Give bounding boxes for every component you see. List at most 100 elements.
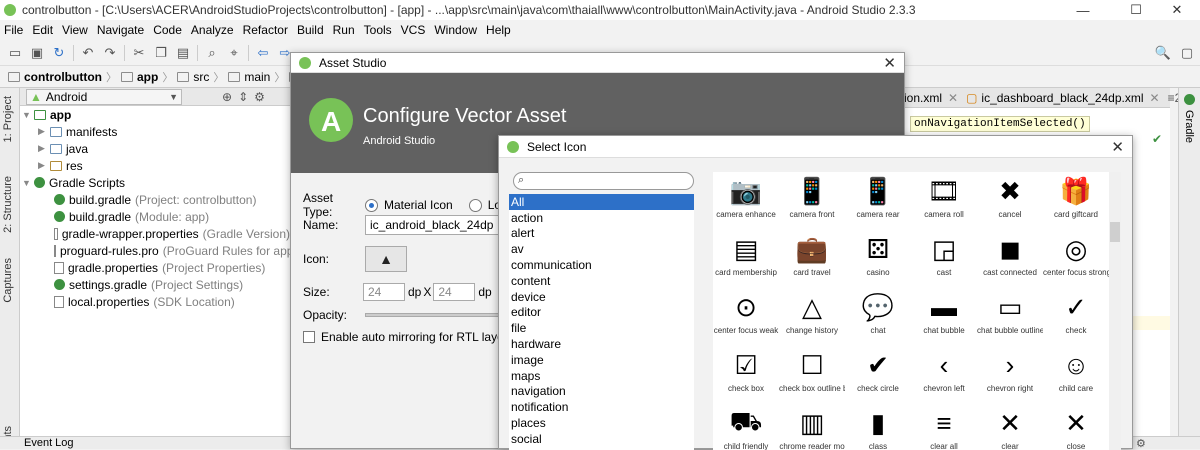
breadcrumb-item-src[interactable]: src [173, 70, 213, 84]
category-item-all[interactable]: All [509, 194, 694, 210]
icon-cell-card-giftcard[interactable]: 🎁 card giftcard [1043, 172, 1109, 230]
tab-xml-file[interactable]: ion.xml [900, 91, 942, 105]
category-item-navigation[interactable]: navigation [509, 384, 694, 400]
icon-cell-cancel[interactable]: ✖ cancel [977, 172, 1043, 230]
icon-cell-camera-front[interactable]: 📱 camera front [779, 172, 845, 230]
icon-cell-cast-connected[interactable]: ◼ cast connected [977, 230, 1043, 288]
size-height-input[interactable]: 24 [433, 283, 476, 301]
save-icon[interactable]: ▣ [26, 43, 48, 63]
menu-code[interactable]: Code [153, 23, 182, 37]
tree-item-gradle-wrapper[interactable]: gradle-wrapper.properties (Gradle Version… [20, 225, 290, 242]
tab-captures[interactable]: Captures [2, 258, 14, 303]
tree-item-manifests[interactable]: ▶ manifests [20, 123, 290, 140]
project-view-dropdown[interactable]: ▲ Android ▼ [26, 88, 182, 105]
menu-help[interactable]: Help [486, 23, 511, 37]
menu-run[interactable]: Run [333, 23, 355, 37]
icon-cell-chevron-left[interactable]: ‹ chevron left [911, 346, 977, 404]
menu-tools[interactable]: Tools [364, 23, 392, 37]
copy-icon[interactable]: ❐ [150, 43, 172, 63]
opacity-slider[interactable] [365, 313, 505, 317]
icon-cell-check-box-outline-b[interactable]: ☐ check box outline b [779, 346, 845, 404]
local-file-radio[interactable] [468, 198, 482, 212]
gear-icon[interactable]: ⚙ [1136, 437, 1146, 450]
icon-cell-chrome-reader-mo[interactable]: ▥ chrome reader mo [779, 404, 845, 450]
maximize-button[interactable]: ☐ [1113, 0, 1159, 20]
cut-icon[interactable]: ✂ [128, 43, 150, 63]
tab-gradle[interactable]: Gradle [1183, 110, 1195, 143]
menu-view[interactable]: View [62, 23, 88, 37]
icon-cell-child-care[interactable]: ☺ child care [1043, 346, 1109, 404]
icon-cell-card-travel[interactable]: 💼 card travel [779, 230, 845, 288]
category-item-maps[interactable]: maps [509, 368, 694, 384]
open-folder-icon[interactable]: ▭ [4, 43, 26, 63]
icon-cell-cast[interactable]: ◲ cast [911, 230, 977, 288]
close-dialog-button[interactable]: ✕ [1111, 138, 1124, 156]
icon-cell-child-friendly[interactable]: ⛟ child friendly [713, 404, 779, 450]
size-width-input[interactable]: 24 [363, 283, 405, 301]
icon-cell-chat[interactable]: 💬 chat [845, 288, 911, 346]
back-icon[interactable]: ⇦ [252, 43, 274, 63]
icon-cell-center-focus-weak[interactable]: ⊙ center focus weak [713, 288, 779, 346]
breadcrumb-item-controlbutton[interactable]: controlbutton [4, 70, 106, 84]
tree-item-res[interactable]: ▶ res [20, 157, 290, 174]
tab-project[interactable]: 1: Project [2, 96, 14, 142]
category-item-social[interactable]: social [509, 431, 694, 447]
icon-cell-check-box[interactable]: ☑ check box [713, 346, 779, 404]
event-log-tab[interactable]: Event Log [24, 437, 74, 449]
collapse-icon[interactable]: ⇕ [238, 90, 248, 104]
icon-cell-camera-roll[interactable]: 🎞 camera roll [911, 172, 977, 230]
icon-cell-chat-bubble[interactable]: ▬ chat bubble [911, 288, 977, 346]
menu-refactor[interactable]: Refactor [243, 23, 288, 37]
tree-item-build-gradle-module[interactable]: build.gradle (Module: app) [20, 208, 290, 225]
category-item-places[interactable]: places [509, 415, 694, 431]
close-icon[interactable]: ✕ [1150, 91, 1160, 105]
menu-file[interactable]: File [4, 23, 23, 37]
icon-search-input[interactable]: ⌕ [513, 172, 694, 190]
menu-build[interactable]: Build [297, 23, 324, 37]
category-item-file[interactable]: file [509, 320, 694, 336]
category-item-content[interactable]: content [509, 273, 694, 289]
redo-icon[interactable]: ↷ [99, 43, 121, 63]
tree-item-local-properties[interactable]: local.properties (SDK Location) [20, 293, 290, 310]
undo-icon[interactable]: ↶ [77, 43, 99, 63]
mirror-checkbox[interactable] [303, 331, 315, 343]
breadcrumb-item-app[interactable]: app [117, 70, 162, 84]
close-window-button[interactable]: ✕ [1154, 0, 1200, 20]
icon-cell-class[interactable]: ▮ class [845, 404, 911, 450]
target-icon[interactable]: ⊕ [222, 90, 232, 104]
category-item-notification[interactable]: notification [509, 399, 694, 415]
menu-window[interactable]: Window [434, 23, 477, 37]
icon-cell-card-membership[interactable]: ▤ card membership [713, 230, 779, 288]
category-item-action[interactable]: action [509, 210, 694, 226]
icon-cell-change-history[interactable]: △ change history [779, 288, 845, 346]
menu-edit[interactable]: Edit [32, 23, 53, 37]
scrollbar-thumb[interactable] [1110, 222, 1120, 242]
tree-item-proguard-rules[interactable]: proguard-rules.pro (ProGuard Rules for ap… [20, 242, 297, 259]
find-icon[interactable]: ⌕ [201, 43, 223, 63]
tree-item-app[interactable]: ▼ app [20, 106, 290, 123]
replace-icon[interactable]: ⌖ [223, 43, 245, 63]
gear-icon[interactable]: ⚙ [254, 90, 265, 104]
icon-cell-close[interactable]: ✕ close [1043, 404, 1109, 450]
icon-cell-chevron-right[interactable]: › chevron right [977, 346, 1043, 404]
tree-item-gradle-properties[interactable]: gradle.properties (Project Properties) [20, 259, 290, 276]
menu-analyze[interactable]: Analyze [191, 23, 234, 37]
icon-cell-chat-bubble-outline[interactable]: ▭ chat bubble outline [977, 288, 1043, 346]
icon-cell-clear[interactable]: ✕ clear [977, 404, 1043, 450]
breadcrumb-item-main[interactable]: main [224, 70, 274, 84]
category-item-communication[interactable]: communication [509, 257, 694, 273]
more-toolbar-icon[interactable]: ▢ [1176, 43, 1198, 63]
category-item-image[interactable]: image [509, 352, 694, 368]
tree-item-settings-gradle[interactable]: settings.gradle (Project Settings) [20, 276, 290, 293]
paste-icon[interactable]: ▤ [172, 43, 194, 63]
close-dialog-button[interactable]: ✕ [883, 54, 896, 72]
tree-item-java[interactable]: ▶ java [20, 140, 290, 157]
menu-vcs[interactable]: VCS [401, 23, 426, 37]
tree-item-gradle-scripts[interactable]: ▼ Gradle Scripts [20, 174, 290, 191]
tab-ic-dashboard[interactable]: ▢ ic_dashboard_black_24dp.xml [966, 91, 1143, 105]
icon-cell-camera-rear[interactable]: 📱 camera rear [845, 172, 911, 230]
category-item-editor[interactable]: editor [509, 305, 694, 321]
tree-item-build-gradle-project[interactable]: build.gradle (Project: controlbutton) [20, 191, 290, 208]
category-item-hardware[interactable]: hardware [509, 336, 694, 352]
tab-structure[interactable]: 2: Structure [2, 176, 14, 233]
